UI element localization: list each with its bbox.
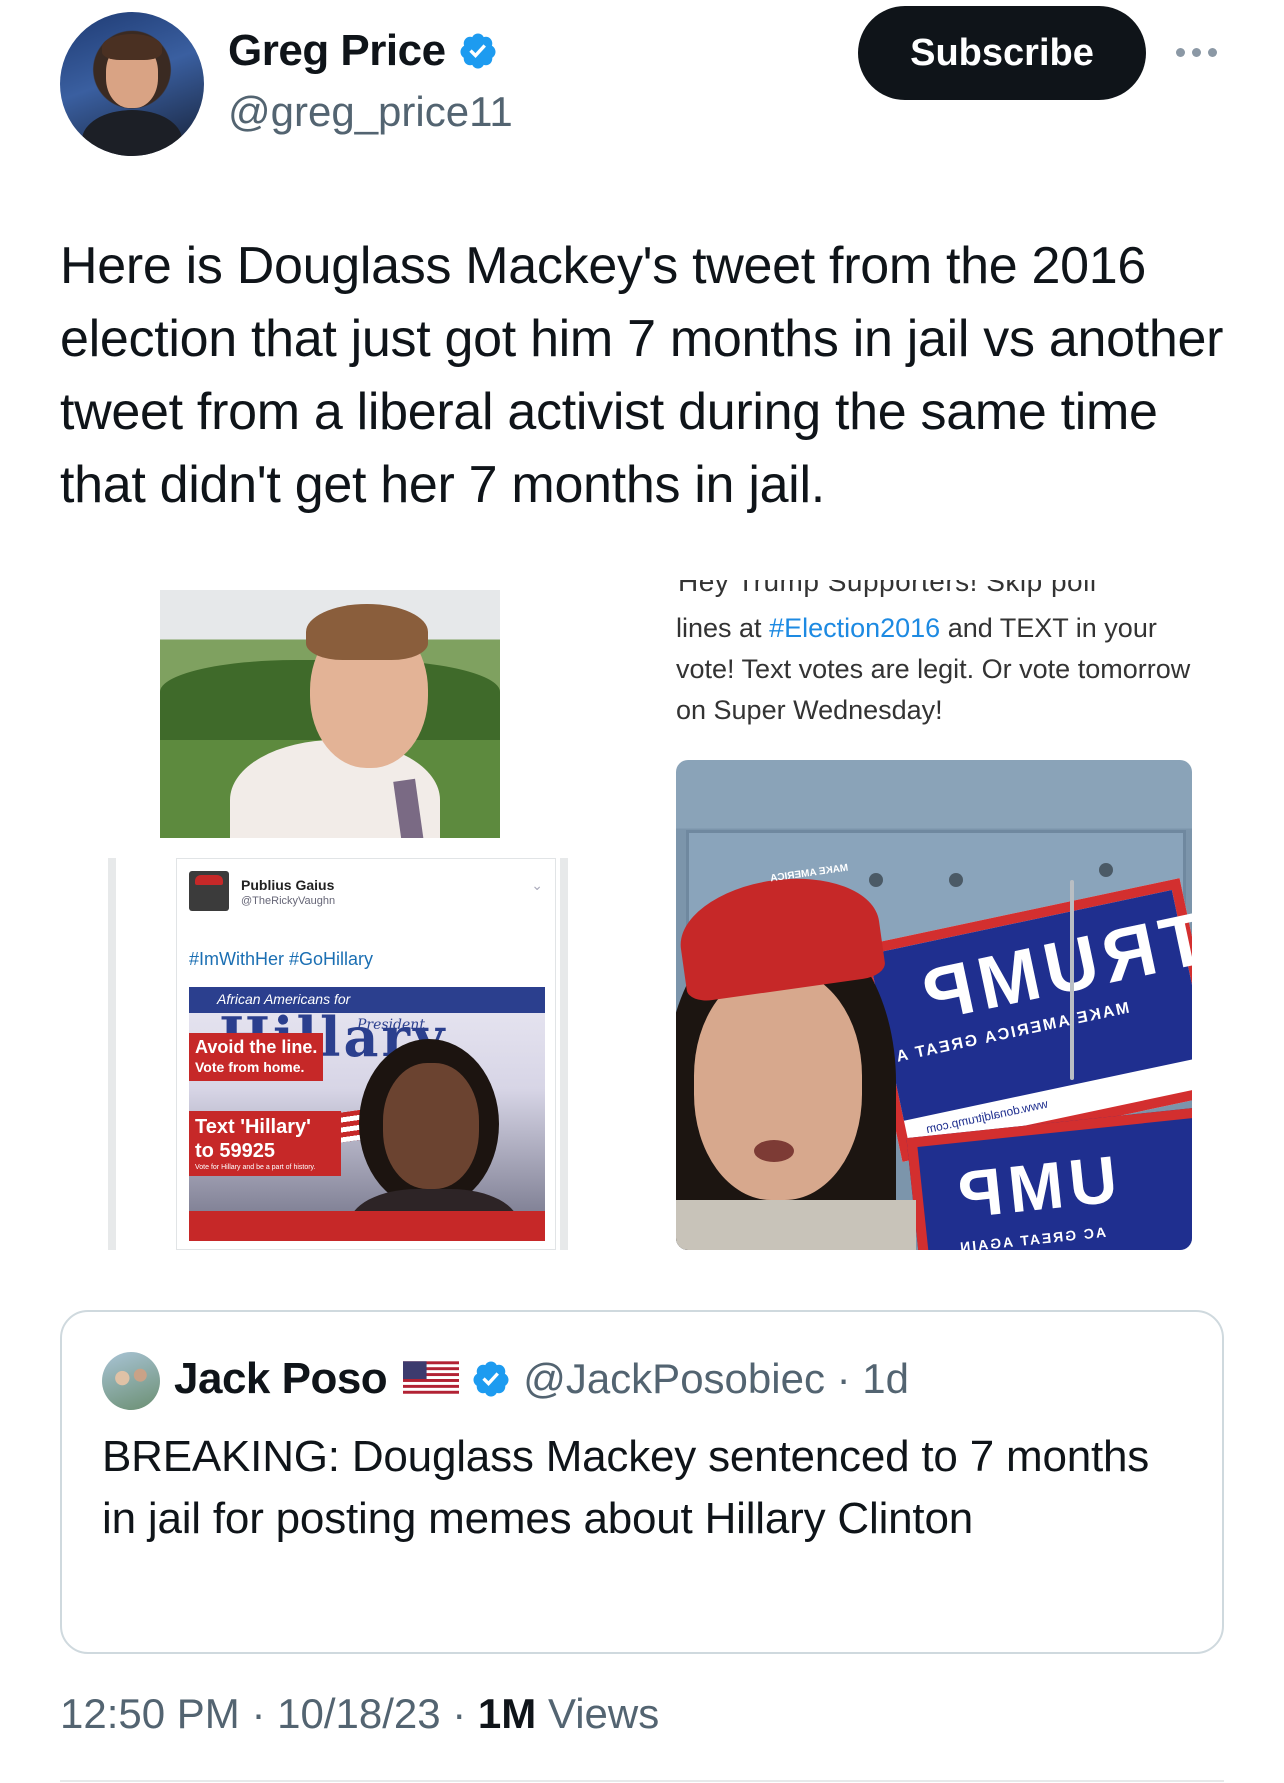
media-image-left[interactable]: Publius Gaius @TheRickyVaughn ⌄ #ImWithH…: [100, 590, 570, 1250]
embedded-tweet: Publius Gaius @TheRickyVaughn ⌄ #ImWithH…: [176, 858, 556, 1250]
fine-print: Vote for Hillary and be a part of histor…: [195, 1164, 316, 1171]
embedded-name: Publius Gaius: [241, 877, 335, 893]
quote-text: BREAKING: Douglass Mackey sentenced to 7…: [102, 1432, 1150, 1543]
us-flag-icon: [403, 1361, 460, 1397]
tweet-text: Here is Douglass Mackey's tweet from the…: [60, 237, 1224, 514]
text-hillary-label: Text 'Hillary' to 59925 Vote for Hillary…: [189, 1111, 341, 1176]
embedded-handle: @TheRickyVaughn: [241, 895, 336, 907]
promo-image: African Americans for Hillary President …: [189, 987, 545, 1241]
timestamp[interactable]: 12:50 PM · 10/18/23 ·: [60, 1690, 478, 1737]
screenshot-tweet-text: lines at #Election2016 and TEXT in your …: [676, 608, 1196, 731]
woman-face: [694, 970, 862, 1200]
tweet-meta: 12:50 PM · 10/18/23 · 1M Views: [60, 1690, 659, 1738]
clipped-text: Hey Trump Supporters! Skip poll: [678, 580, 1097, 597]
author-display-name[interactable]: Greg Price: [228, 26, 446, 76]
hashtag-election2016: #Election2016: [769, 613, 941, 643]
quote-tweet-card[interactable]: Jack Poso @JackPosobiec · 1d BREAKING: D…: [60, 1310, 1224, 1654]
avoid-line-text: Avoid the line.: [195, 1037, 318, 1057]
campaign-photo: TRUMP MAKE AMERICA GREAT A www.donaldjtr…: [676, 760, 1192, 1250]
dot: [1192, 47, 1201, 57]
author-handle[interactable]: @greg_price11: [228, 88, 513, 136]
divider: [60, 1780, 1224, 1782]
media-scrollbar[interactable]: [1070, 880, 1074, 1080]
man-hair: [306, 604, 428, 660]
woman-mouth: [754, 1140, 794, 1162]
embedded-avatar: [189, 871, 229, 911]
more-horizontal-icon[interactable]: [1176, 40, 1222, 64]
views-count: 1M: [477, 1690, 537, 1737]
text-hillary-line2: to 59925: [195, 1140, 276, 1162]
text-hillary-line1: Text 'Hillary': [195, 1116, 311, 1138]
author-avatar[interactable]: [60, 12, 204, 156]
verified-badge-icon: [473, 1361, 509, 1397]
promo-footer: [189, 1211, 545, 1241]
dresser-knob: [949, 873, 963, 887]
avoid-line-label: Avoid the line. Vote from home.: [189, 1033, 324, 1081]
subscribe-button[interactable]: Subscribe: [858, 6, 1146, 100]
dot: [1176, 47, 1185, 57]
avatar-shirt: [82, 110, 182, 156]
author-name-row[interactable]: Greg Price: [228, 26, 498, 76]
woman-face: [383, 1063, 479, 1189]
media-image-right[interactable]: Hey Trump Supporters! Skip poll lines at…: [594, 580, 1244, 1250]
clipped-text-line: Hey Trump Supporters! Skip poll: [678, 580, 1218, 602]
photo-man: [160, 590, 500, 838]
avatar-hair: [102, 34, 162, 60]
embedded-tweet-frame: Publius Gaius @TheRickyVaughn ⌄ #ImWithH…: [108, 858, 568, 1250]
chevron-down-icon: ⌄: [531, 877, 543, 893]
text-before-hashtag: lines at: [676, 613, 770, 643]
vote-home-text: Vote from home.: [195, 1059, 305, 1075]
verified-badge-icon: [460, 33, 496, 69]
quote-handle-time[interactable]: @JackPosobiec · 1d: [523, 1355, 909, 1403]
sign2-word: UMP: [948, 1141, 1121, 1233]
dot: [1208, 47, 1217, 57]
quote-display-name[interactable]: Jack Poso: [174, 1354, 388, 1404]
dresser-knob: [1099, 863, 1113, 877]
promo-subtitle: President: [357, 1017, 425, 1033]
quote-header: Jack Poso @JackPosobiec · 1d: [174, 1354, 909, 1404]
quote-author-avatar[interactable]: [102, 1352, 160, 1410]
dresser-knob: [869, 873, 883, 887]
embedded-hashtags: #ImWithHer #GoHillary: [189, 949, 374, 969]
woman-shirt: [676, 1200, 916, 1250]
views-label: Views: [536, 1690, 660, 1737]
